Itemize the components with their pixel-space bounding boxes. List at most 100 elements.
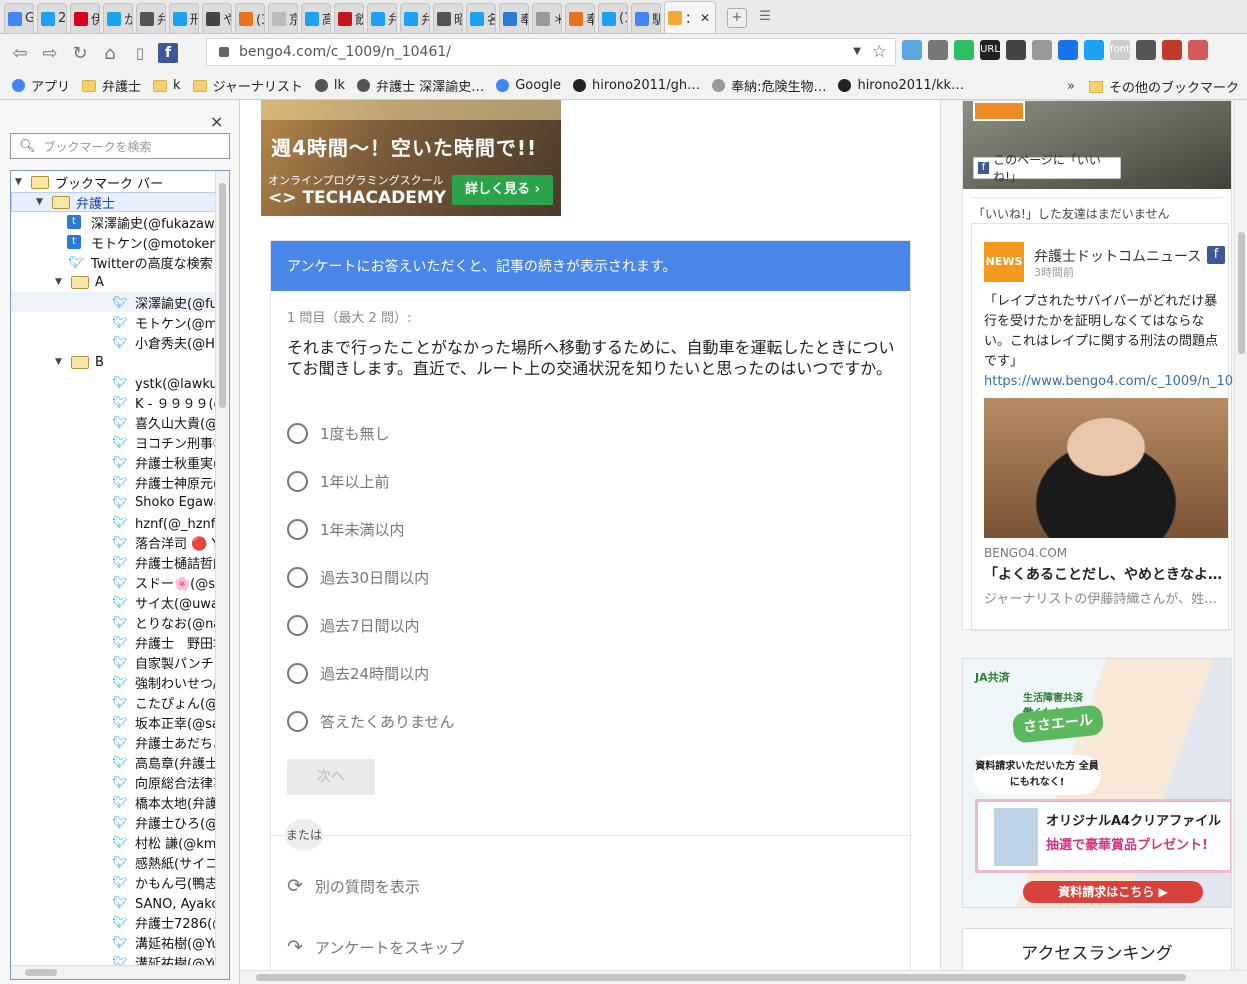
link-headline[interactable]: 「よくあることだし、やめときなよ」… <box>984 564 1224 584</box>
survey-option[interactable]: 過去24時間以内 <box>287 663 429 684</box>
tree-bookmark[interactable]: 🐦︎ K - ９９９９(@k99 <box>11 392 216 412</box>
tree-bookmark[interactable]: 🐦︎ とりなお(@naotar <box>11 612 216 632</box>
extension-icon[interactable] <box>1188 40 1208 60</box>
tree-bookmark[interactable]: 🐦︎ 深澤諭史(@fukaz <box>11 292 216 312</box>
bookmarks-overflow-button[interactable]: » <box>1067 79 1075 94</box>
expand-arrow-icon[interactable]: ▼ <box>15 177 25 187</box>
tree-bookmark[interactable]: 🐦︎ 落合洋司 🔴 Yoji O <box>11 532 216 552</box>
show-other-question-link[interactable]: ⟳ 別の質問を表示 <box>287 875 420 897</box>
tree-bookmark[interactable]: 🐦︎ 高島章(弁護士)(@ <box>11 752 216 772</box>
radio-button[interactable] <box>287 519 308 540</box>
browser-tab[interactable]: やば <box>202 3 232 33</box>
bookmark-item[interactable]: 奉納:危険生物… <box>712 76 826 95</box>
menu-icon[interactable]: ☰ <box>755 8 775 28</box>
forward-icon[interactable]: ⇨ <box>38 41 62 65</box>
extension-icon[interactable] <box>1032 40 1052 60</box>
expand-arrow-icon[interactable]: ▼ <box>55 277 65 287</box>
survey-option[interactable]: 1年以上前 <box>287 471 390 492</box>
browser-tab[interactable]: 京ア <box>268 3 298 33</box>
tree-bookmark[interactable]: 🐦︎ 喜久山大貴(@kik <box>11 412 216 432</box>
post-link[interactable]: https://www.bengo4.com/c_1009/n_10614/ <box>984 374 1247 389</box>
tree-bookmark[interactable]: 🐦︎ 小倉秀夫(@Hideo <box>11 332 216 352</box>
tree-vertical-scrollbar[interactable] <box>215 171 229 979</box>
page-name[interactable]: 弁護士ドットコムニュース <box>1034 246 1201 266</box>
ad-cta-button[interactable]: 詳しく見る › <box>452 175 553 205</box>
extension-icon[interactable]: font <box>1110 40 1130 60</box>
browser-tab[interactable]: 弁護 <box>136 3 166 33</box>
survey-option[interactable]: 過去7日間以内 <box>287 615 420 636</box>
tree-bookmark[interactable]: 🐦︎ Twitterの高度な検索 <box>11 252 216 272</box>
browser-tab[interactable]: 奉納 <box>565 3 595 33</box>
tree-bookmark[interactable]: 🐦︎ 村松 謙(@kmurar <box>11 832 216 852</box>
extension-icon[interactable] <box>1136 40 1156 60</box>
browser-tab[interactable]: かも <box>103 3 133 33</box>
page-vertical-scrollbar[interactable] <box>1234 100 1247 970</box>
other-bookmarks[interactable]: » その他のブックマーク <box>1067 77 1239 96</box>
tree-bookmark[interactable]: 🐦︎ スドー🌸(@stdau <box>11 572 216 592</box>
scrollbar-thumb[interactable] <box>219 183 226 408</box>
scrollbar-thumb[interactable] <box>1238 232 1245 354</box>
browser-tab[interactable]: 名古 <box>466 3 496 33</box>
tree-bookmark[interactable]: 🐦︎ こたぴょん(@kota <box>11 692 216 712</box>
tree-bookmark[interactable]: 🐦︎ 橋本太地(弁護士 <box>11 792 216 812</box>
facebook-icon[interactable]: f <box>1207 246 1225 264</box>
survey-option[interactable]: 答えたくありません <box>287 711 455 732</box>
extension-icon[interactable] <box>1084 40 1104 60</box>
browser-tab[interactable]: 弁護 <box>400 3 430 33</box>
url-dropdown-icon[interactable]: ▼ <box>853 46 861 57</box>
browser-tab[interactable]: 高橋 <box>301 3 331 33</box>
extension-icon[interactable] <box>928 40 948 60</box>
tree-bookmark[interactable]: 🐦︎ 自家製パンチェッタ <box>11 652 216 672</box>
browser-tab[interactable]: 飲食 <box>334 3 364 33</box>
tree-bookmark[interactable]: 🐦︎ 弁護士神原元(@k <box>11 472 216 492</box>
facebook-ext-icon[interactable]: f <box>158 43 178 63</box>
tree-bookmark[interactable]: t 深澤諭史(@fukazawa <box>11 212 216 232</box>
tree-horizontal-scrollbar[interactable] <box>11 965 216 979</box>
expand-arrow-icon[interactable]: ▼ <box>55 357 65 367</box>
home-icon[interactable]: ⌂ <box>98 41 122 65</box>
active-browser-tab[interactable]: ： ✕ <box>664 1 716 33</box>
close-tab-icon[interactable]: ✕ <box>700 11 710 25</box>
browser-tab[interactable]: 弁護 <box>367 3 397 33</box>
tree-bookmark[interactable]: 🐦︎ hznf(@_hznf_)さん <box>11 512 216 532</box>
bookmark-search-input[interactable]: 🔍︎ ブックマークを検索 <box>10 133 230 159</box>
tree-bookmark[interactable]: 🐦︎ 溝延祐樹(@Yukil <box>11 932 216 952</box>
bookmark-item[interactable]: hirono2011/kk… <box>838 78 964 93</box>
browser-tab[interactable]: ＊E <box>532 3 562 33</box>
bookmark-item[interactable]: 弁護士 深澤諭史… <box>357 76 484 95</box>
tree-bookmark[interactable]: 🐦︎ サイ太(@uwaaaa) <box>11 592 216 612</box>
radio-button[interactable] <box>287 663 308 684</box>
tree-bookmark[interactable]: 🐦︎ 弁護士ひろ(@adv <box>11 812 216 832</box>
next-button[interactable]: 次へ <box>287 759 375 795</box>
extension-icon[interactable]: URL <box>980 40 1000 60</box>
browser-tab[interactable]: 奉納 <box>499 3 529 33</box>
bookmark-item[interactable]: lk <box>314 78 345 93</box>
back-icon[interactable]: ⇦ <box>8 41 32 65</box>
tree-bookmark[interactable]: 🐦︎ ystk(@lawkus)さん <box>11 372 216 392</box>
page-horizontal-scrollbar[interactable] <box>240 970 1247 984</box>
extension-icon[interactable] <box>1058 40 1078 60</box>
browser-tab[interactable]: 昭和 <box>433 3 463 33</box>
tree-bookmark[interactable]: 🐦︎ 弁護士7286(@jn <box>11 912 216 932</box>
tree-bookmark[interactable]: 🐦︎ モトケン(@motoke <box>11 312 216 332</box>
browser-tab[interactable]: 281 <box>37 3 67 33</box>
skip-survey-link[interactable]: ↷ アンケートをスキップ <box>287 936 464 958</box>
extension-icon[interactable] <box>1162 40 1182 60</box>
facebook-like-page-button[interactable]: f このページに「いいね!」 <box>973 153 1121 184</box>
ja-kyosai-ad[interactable]: JA共済 生活障害共済働くわたしの ささエール 資料請求いただいた方 全員にもれ… <box>962 658 1232 908</box>
post-time[interactable]: 3時間前 <box>1034 264 1074 280</box>
bookmark-item[interactable]: k <box>153 78 181 93</box>
extension-icon[interactable] <box>1006 40 1026 60</box>
tree-folder[interactable]: ▼ A <box>11 272 216 292</box>
radio-button[interactable] <box>287 423 308 444</box>
tree-bookmark[interactable]: 🐦︎ 弁護士あだちあだ <box>11 732 216 752</box>
tree-bookmark[interactable]: 🐦︎ 感熱紙(サイコキャ <box>11 852 216 872</box>
ad-cta-button[interactable]: 資料請求はこちら ▶ <box>1023 881 1203 903</box>
tree-bookmark[interactable]: 🐦︎ ヨコチン刑事㊙実 <box>11 432 216 452</box>
address-bar[interactable]: bengo4.com/c_1009/n_10461/ ▼ ☆ <box>206 38 896 66</box>
scrollbar-thumb[interactable] <box>256 974 1186 981</box>
survey-option[interactable]: 過去30日間以内 <box>287 567 429 588</box>
radio-button[interactable] <box>287 615 308 636</box>
tree-folder[interactable]: ▼ ブックマーク バー <box>11 172 216 192</box>
browser-tab[interactable]: (1) <box>598 3 628 33</box>
